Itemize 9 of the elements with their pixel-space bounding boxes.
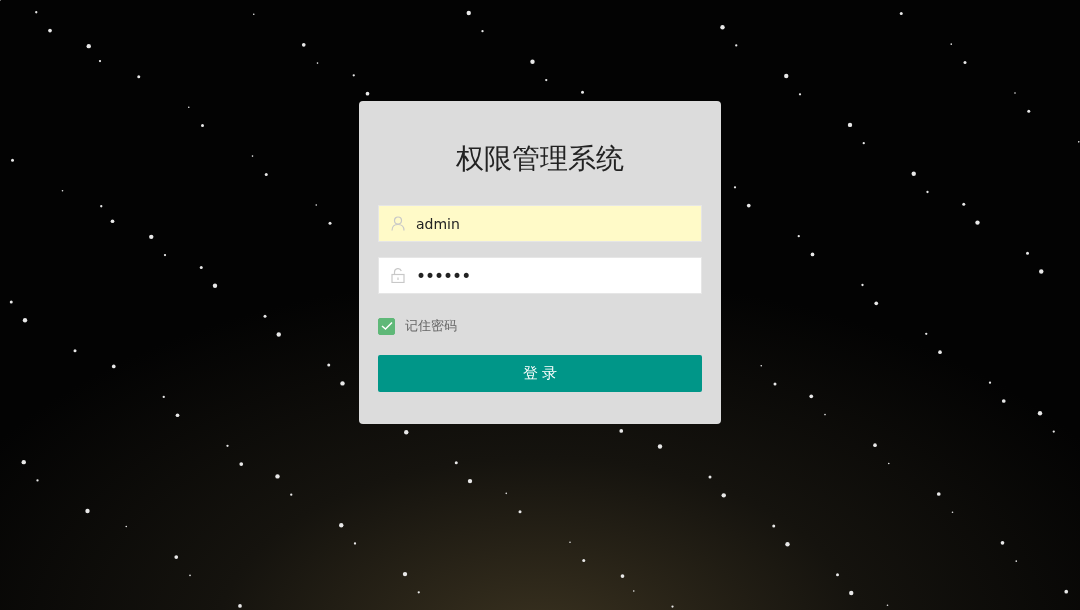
remember-label: 记住密码 [405,317,457,335]
login-button[interactable]: 登 录 [378,355,702,392]
user-icon [391,216,405,231]
remember-checkbox[interactable] [378,317,395,335]
password-field[interactable]: •••••• [378,257,702,294]
check-icon [380,321,393,331]
login-title: 权限管理系统 [455,141,625,177]
lock-icon [391,268,405,283]
username-field[interactable]: admin [378,205,702,242]
